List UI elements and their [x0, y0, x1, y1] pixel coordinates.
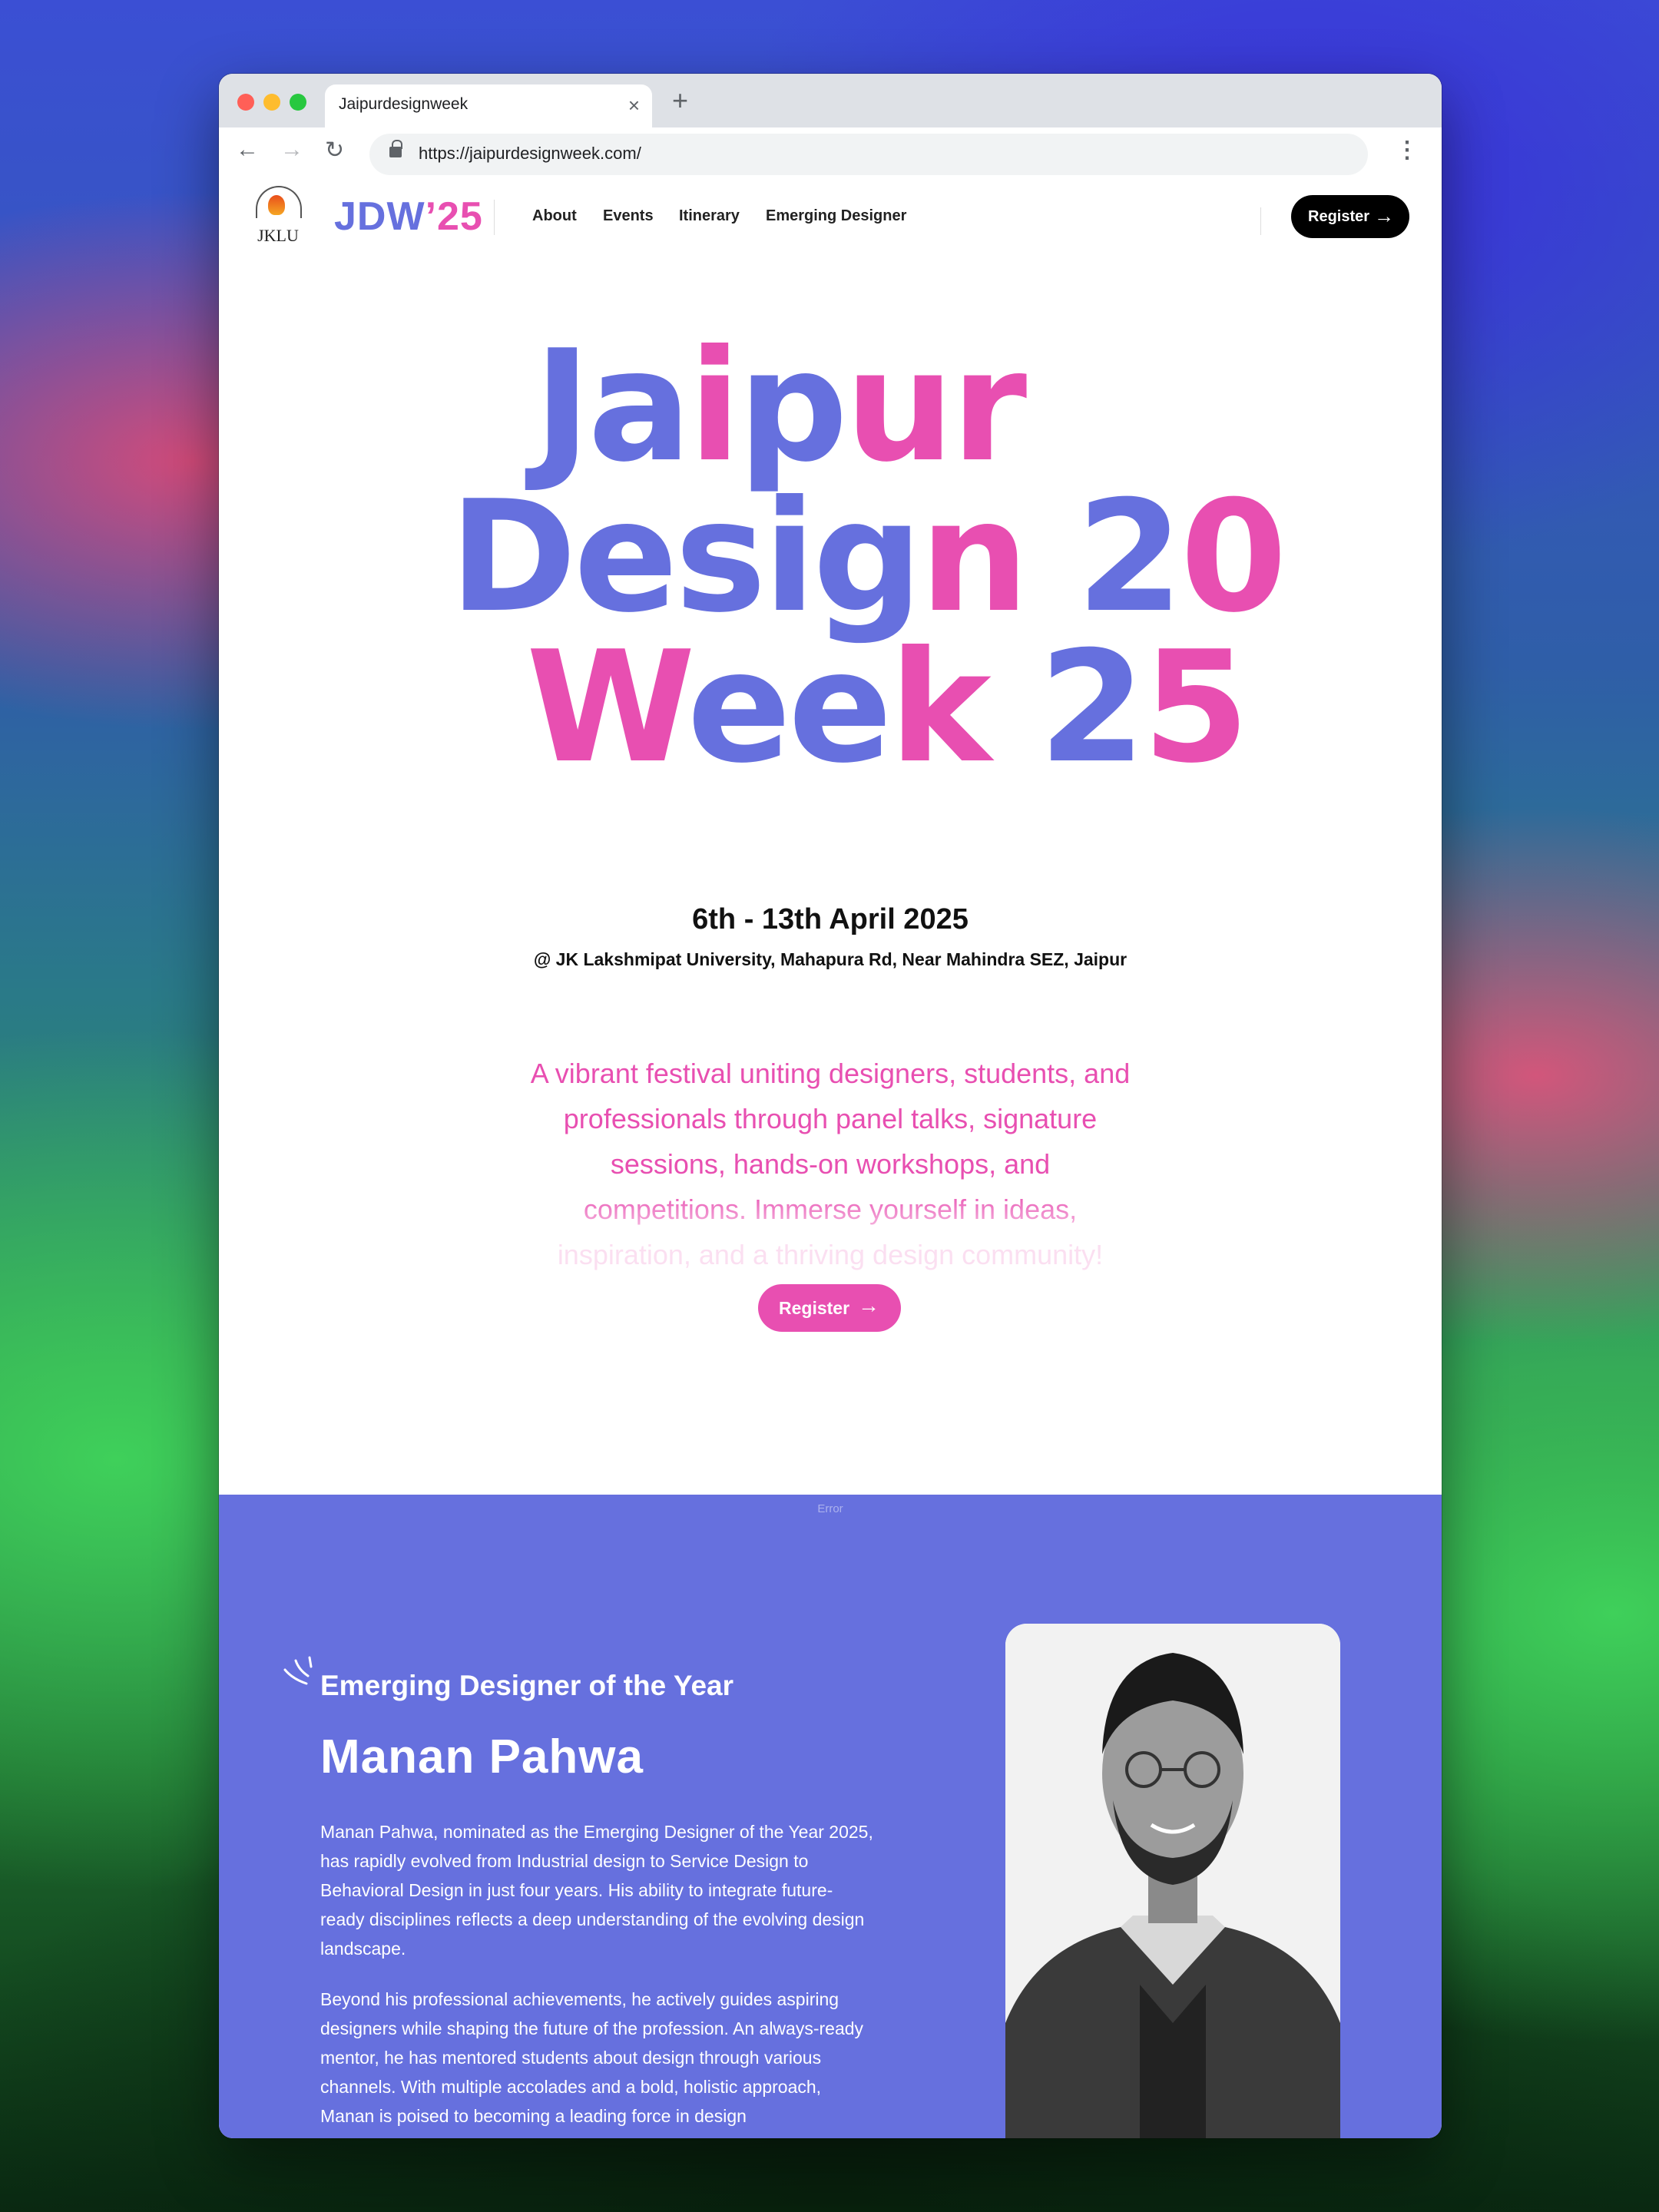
address-bar[interactable]: https://jaipurdesignweek.com/	[369, 134, 1368, 175]
jdw-logo-main: JDW	[334, 194, 426, 239]
browser-toolbar: ← → ↻ https://jaipurdesignweek.com/ ⋮	[219, 127, 1442, 177]
jklu-logo[interactable]: JKLU	[248, 184, 308, 253]
browser-tab[interactable]: Jaipurdesignweek ×	[325, 84, 652, 127]
close-window-button[interactable]	[237, 94, 254, 111]
hero-title-line-2: Design 20	[449, 481, 1287, 634]
designer-photo-card	[1005, 1624, 1340, 2138]
jdw-logo[interactable]: JDW’25	[334, 194, 483, 240]
emerging-designer-section: Error Emerging Designer of the Year Mana…	[219, 1495, 1442, 2138]
lock-icon	[389, 140, 402, 157]
header-register-button[interactable]: Register →	[1291, 195, 1409, 238]
tab-bar: Jaipurdesignweek × +	[219, 74, 1442, 127]
browser-menu-icon[interactable]: ⋮	[1396, 137, 1419, 164]
register-label: Register	[779, 1298, 850, 1318]
header-divider	[494, 200, 495, 235]
arrow-right-icon: →	[858, 1293, 879, 1317]
hero-title-line-3-text: Week 25	[526, 618, 1250, 797]
designer-name: Manan Pahwa	[320, 1730, 644, 1783]
jklu-logo-text: JKLU	[257, 226, 299, 245]
back-icon[interactable]: ←	[236, 137, 259, 163]
error-text: Error	[817, 1502, 843, 1515]
designer-portrait	[1005, 1624, 1340, 2138]
hero-register-button[interactable]: Register →	[758, 1284, 901, 1332]
hero-section: Jaipur Design 20 Week 25 6th - 13th Apri…	[219, 261, 1442, 1495]
maximize-window-button[interactable]	[290, 94, 306, 111]
designer-bio-1: Manan Pahwa, nominated as the Emerging D…	[320, 1822, 873, 1959]
site-header: JKLU JDW’25 About Events Itinerary Emerg…	[219, 177, 1442, 261]
tab-close-icon[interactable]: ×	[628, 94, 640, 118]
forward-icon[interactable]: →	[280, 137, 303, 163]
sparkle-icon	[283, 1656, 313, 1685]
flame-icon	[268, 195, 285, 215]
header-divider-right	[1260, 207, 1261, 235]
browser-window: Jaipurdesignweek × + ← → ↻ https://jaipu…	[219, 74, 1442, 2138]
minimize-window-button[interactable]	[263, 94, 280, 111]
new-tab-button[interactable]: +	[672, 84, 688, 117]
hero-description: A vibrant festival uniting designers, st…	[530, 1058, 1131, 1270]
url-text[interactable]: https://jaipurdesignweek.com/	[419, 144, 641, 164]
nav-itinerary[interactable]: Itinerary	[679, 207, 740, 225]
hero-title: Jaipur Design 20 Week 25	[449, 330, 1287, 785]
hero-title-line-3: Week 25	[526, 631, 1250, 785]
jdw-logo-year: ’25	[425, 194, 483, 239]
hero-title-line-1: Jaipur	[534, 330, 1027, 484]
section-eyebrow: Emerging Designer of the Year	[320, 1670, 734, 1701]
reload-icon[interactable]: ↻	[325, 137, 344, 164]
nav-events[interactable]: Events	[603, 207, 654, 225]
designer-bio-2: Beyond his professional achievements, he…	[320, 1989, 864, 2126]
nav-about[interactable]: About	[532, 207, 577, 225]
tab-title: Jaipurdesignweek	[339, 95, 469, 113]
arrow-right-icon: →	[1374, 204, 1394, 227]
register-label: Register	[1308, 208, 1370, 225]
event-venue: @ JK Lakshmipat University, Mahapura Rd,…	[533, 949, 1128, 969]
event-dates: 6th - 13th April 2025	[692, 903, 969, 935]
nav-emerging-designer[interactable]: Emerging Designer	[766, 207, 906, 225]
